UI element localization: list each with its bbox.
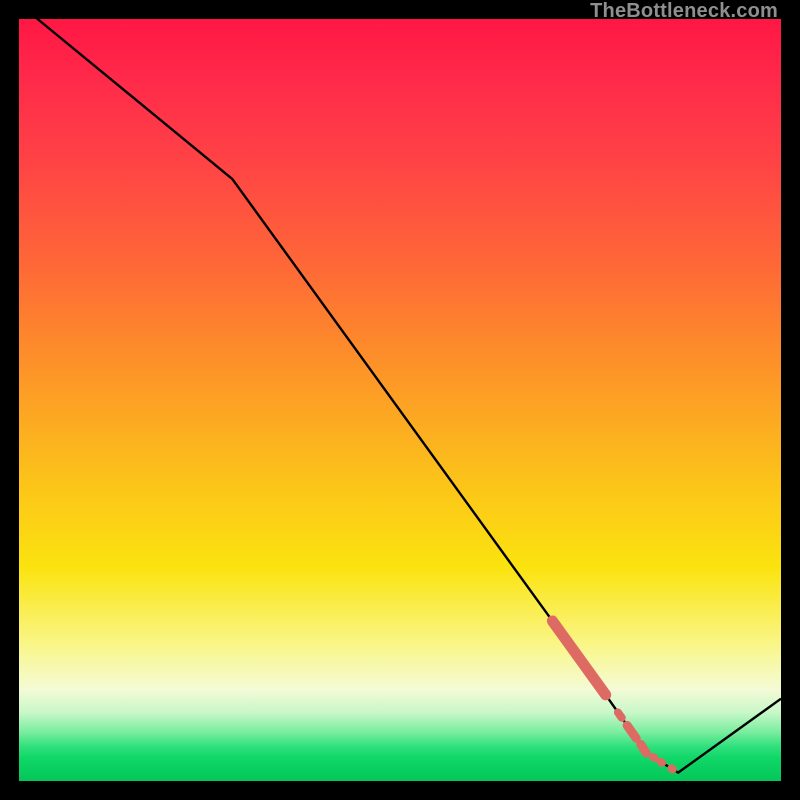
watermark-label: TheBottleneck.com: [590, 0, 778, 23]
chart-plot-area: [19, 19, 781, 781]
bottleneck-chart: TheBottleneck.com: [0, 0, 800, 800]
